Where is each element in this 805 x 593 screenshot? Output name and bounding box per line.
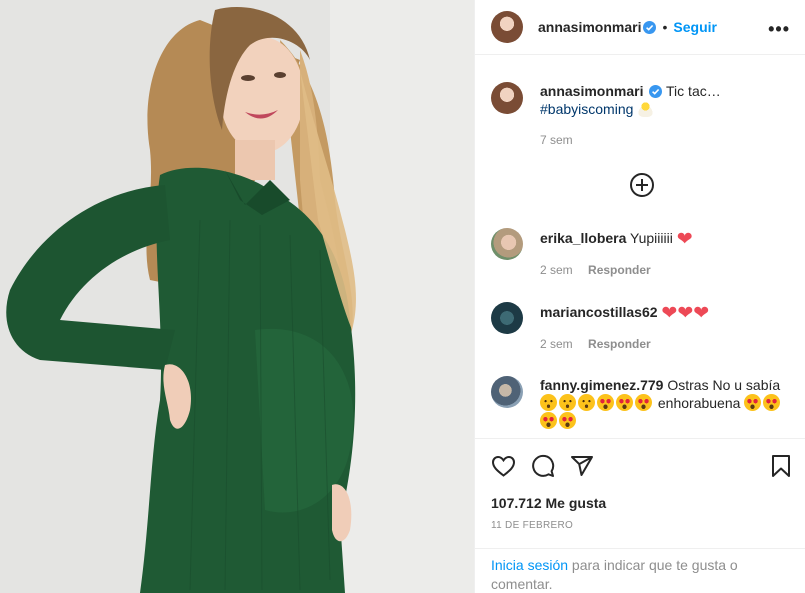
commenter-username[interactable]: fanny.gimenez.779 bbox=[540, 377, 663, 393]
reply-button[interactable]: Responder bbox=[588, 337, 651, 351]
comment-body: Ostras No u sabía bbox=[667, 377, 781, 393]
author-username[interactable]: annasimonmari bbox=[538, 19, 641, 35]
post-side-panel: annasimonmari • Seguir ••• annasimonmari… bbox=[474, 0, 805, 593]
heart-eyes-icon bbox=[540, 412, 557, 429]
caption-body: Tic tac… bbox=[666, 83, 721, 99]
comments-list[interactable]: annasimonmari Tic tac… #babyiscoming 7 s… bbox=[475, 56, 805, 438]
caption-avatar[interactable] bbox=[491, 82, 523, 114]
heart-eyes-icon bbox=[635, 394, 652, 411]
heart-eyes-icon bbox=[763, 394, 781, 411]
hashtag-link[interactable]: #babyiscoming bbox=[540, 101, 633, 117]
heart-eyes-icon bbox=[559, 412, 576, 429]
reply-button[interactable]: Responder bbox=[588, 263, 651, 277]
red-heart-icon: ❤ bbox=[677, 303, 694, 324]
commenter-avatar[interactable] bbox=[491, 302, 523, 334]
red-heart-icon: ❤ bbox=[676, 229, 693, 250]
like-heart-outline-icon[interactable] bbox=[491, 454, 516, 478]
caption-username[interactable]: annasimonmari bbox=[540, 83, 643, 99]
comment-text: fanny.gimenez.779 Ostras No u sabía enho… bbox=[540, 376, 800, 430]
post-header: annasimonmari • Seguir ••• bbox=[475, 0, 805, 55]
author-avatar[interactable] bbox=[491, 11, 523, 43]
comment-text: erika_llobera Yupiiiiii ❤ bbox=[540, 229, 800, 249]
comment-body-continued: enhorabuena bbox=[657, 395, 741, 411]
post-photo[interactable] bbox=[0, 0, 474, 593]
red-heart-icon: ❤ bbox=[693, 303, 710, 324]
more-options-icon[interactable]: ••• bbox=[768, 19, 790, 40]
commenter-username[interactable]: erika_llobera bbox=[540, 230, 626, 246]
commenter-username[interactable]: mariancostillas62 bbox=[540, 304, 658, 320]
comment-meta: 2 sem Responder bbox=[540, 337, 651, 351]
share-paper-plane-icon[interactable] bbox=[570, 454, 594, 478]
load-more-comments-icon[interactable] bbox=[630, 173, 654, 197]
caption-text: annasimonmari Tic tac… #babyiscoming bbox=[540, 82, 800, 118]
red-heart-icon: ❤ bbox=[661, 303, 678, 324]
commenter-avatar[interactable] bbox=[491, 228, 523, 260]
astonished-face-icon bbox=[540, 394, 557, 411]
comment-time: 2 sem bbox=[540, 263, 573, 277]
caption-time: 7 sem bbox=[540, 133, 573, 147]
astonished-face-icon bbox=[559, 394, 576, 411]
comment-text: mariancostillas62 ❤❤❤ bbox=[540, 303, 800, 323]
comment-meta: 2 sem Responder bbox=[540, 263, 651, 277]
header-separator: • bbox=[662, 19, 668, 35]
hatching-chick-icon bbox=[637, 100, 655, 117]
verified-badge-icon bbox=[649, 85, 663, 98]
heart-eyes-icon bbox=[597, 394, 614, 411]
post-date: 11 DE FEBRERO bbox=[491, 520, 574, 531]
instagram-post-view: annasimonmari • Seguir ••• annasimonmari… bbox=[0, 0, 805, 593]
post-actions: 107.712 Me gusta 11 DE FEBRERO bbox=[475, 438, 805, 548]
login-prompt: Inicia sesión para indicar que te gusta … bbox=[475, 548, 805, 593]
astonished-face-icon bbox=[578, 394, 595, 411]
comment-time: 2 sem bbox=[540, 337, 573, 351]
likes-count[interactable]: 107.712 Me gusta bbox=[491, 495, 606, 511]
commenter-avatar[interactable] bbox=[491, 376, 523, 408]
save-bookmark-icon[interactable] bbox=[771, 454, 791, 478]
verified-badge-icon bbox=[643, 20, 657, 34]
heart-eyes-icon bbox=[616, 394, 633, 411]
heart-eyes-icon bbox=[744, 394, 762, 411]
comment-body: Yupiiiiii bbox=[630, 230, 673, 246]
login-link[interactable]: Inicia sesión bbox=[491, 557, 568, 573]
post-photo-illustration bbox=[0, 0, 474, 593]
comment-icon[interactable] bbox=[531, 454, 555, 478]
follow-button[interactable]: Seguir bbox=[673, 19, 717, 35]
